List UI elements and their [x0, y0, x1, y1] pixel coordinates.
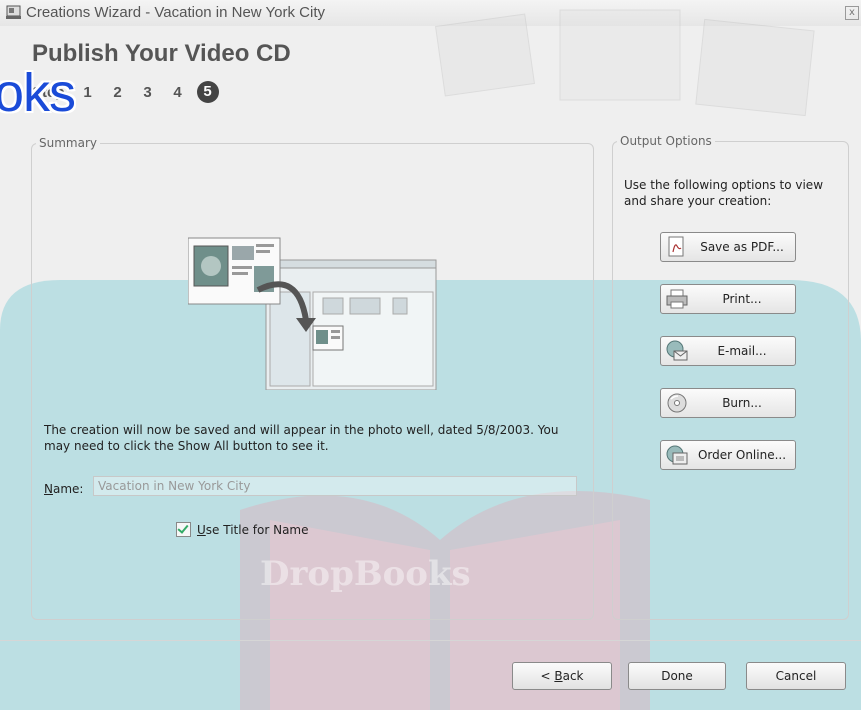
step-2: 2	[113, 83, 122, 101]
email-label: E-mail...	[717, 344, 767, 358]
save-as-pdf-label: Save as PDF...	[700, 240, 784, 254]
burn-label: Burn...	[722, 396, 762, 410]
watermark-overlay-text: oks	[0, 63, 76, 123]
disc-icon	[667, 393, 687, 413]
save-as-pdf-button[interactable]: Save as PDF...	[660, 232, 796, 262]
summary-legend: Summary	[39, 136, 97, 150]
output-options-legend: Output Options	[620, 134, 712, 148]
watermark-book-label: DropBooks	[260, 554, 471, 594]
pdf-icon	[668, 236, 684, 257]
window-title: Creations Wizard - Vacation in New York …	[26, 4, 326, 21]
print-button[interactable]: Print...	[660, 284, 796, 314]
name-field[interactable]: Vacation in New York City	[93, 476, 577, 496]
printer-icon	[666, 289, 688, 309]
cancel-button[interactable]: Cancel	[746, 662, 846, 690]
back-prefix: <	[540, 669, 555, 683]
use-title-label-accel: U	[197, 522, 206, 537]
back-rest: ack	[562, 669, 584, 683]
summary-message: The creation will now be saved and will …	[44, 423, 559, 453]
online-order-icon	[666, 445, 688, 465]
use-title-label: Use Title for Name	[197, 523, 309, 537]
order-online-button[interactable]: Order Online...	[660, 440, 796, 470]
use-title-checkbox[interactable]	[176, 522, 191, 537]
photo-well-illustration	[188, 237, 437, 390]
step-1: 1	[83, 83, 92, 101]
step-4: 4	[173, 83, 182, 101]
watermark-book-text: DropBooks	[260, 554, 471, 594]
step-3: 3	[143, 83, 152, 101]
name-label: Name:	[44, 482, 83, 496]
print-label: Print...	[722, 292, 762, 306]
done-button[interactable]: Done	[628, 662, 726, 690]
name-label-rest: ame:	[52, 482, 84, 496]
use-title-label-rest: se Title for Name	[205, 522, 309, 537]
step-5-active: 5	[196, 81, 219, 103]
email-icon	[666, 340, 688, 361]
email-button[interactable]: E-mail...	[660, 336, 796, 366]
use-title-checkbox-row[interactable]: Use Title for Name	[176, 522, 309, 537]
app-icon	[6, 5, 21, 19]
creations-wizard-window: Creations Wizard - Vacation in New York …	[0, 0, 861, 710]
name-label-accel: N	[44, 482, 53, 496]
back-button[interactable]: < Back	[512, 662, 612, 690]
output-options-description: Use the following options to view and sh…	[624, 178, 824, 208]
footer-divider	[0, 640, 861, 641]
checkmark-icon	[177, 522, 189, 534]
back-accel: B	[554, 669, 563, 683]
burn-button[interactable]: Burn...	[660, 388, 796, 418]
header-decoration	[435, 9, 815, 117]
order-online-label: Order Online...	[697, 448, 787, 462]
